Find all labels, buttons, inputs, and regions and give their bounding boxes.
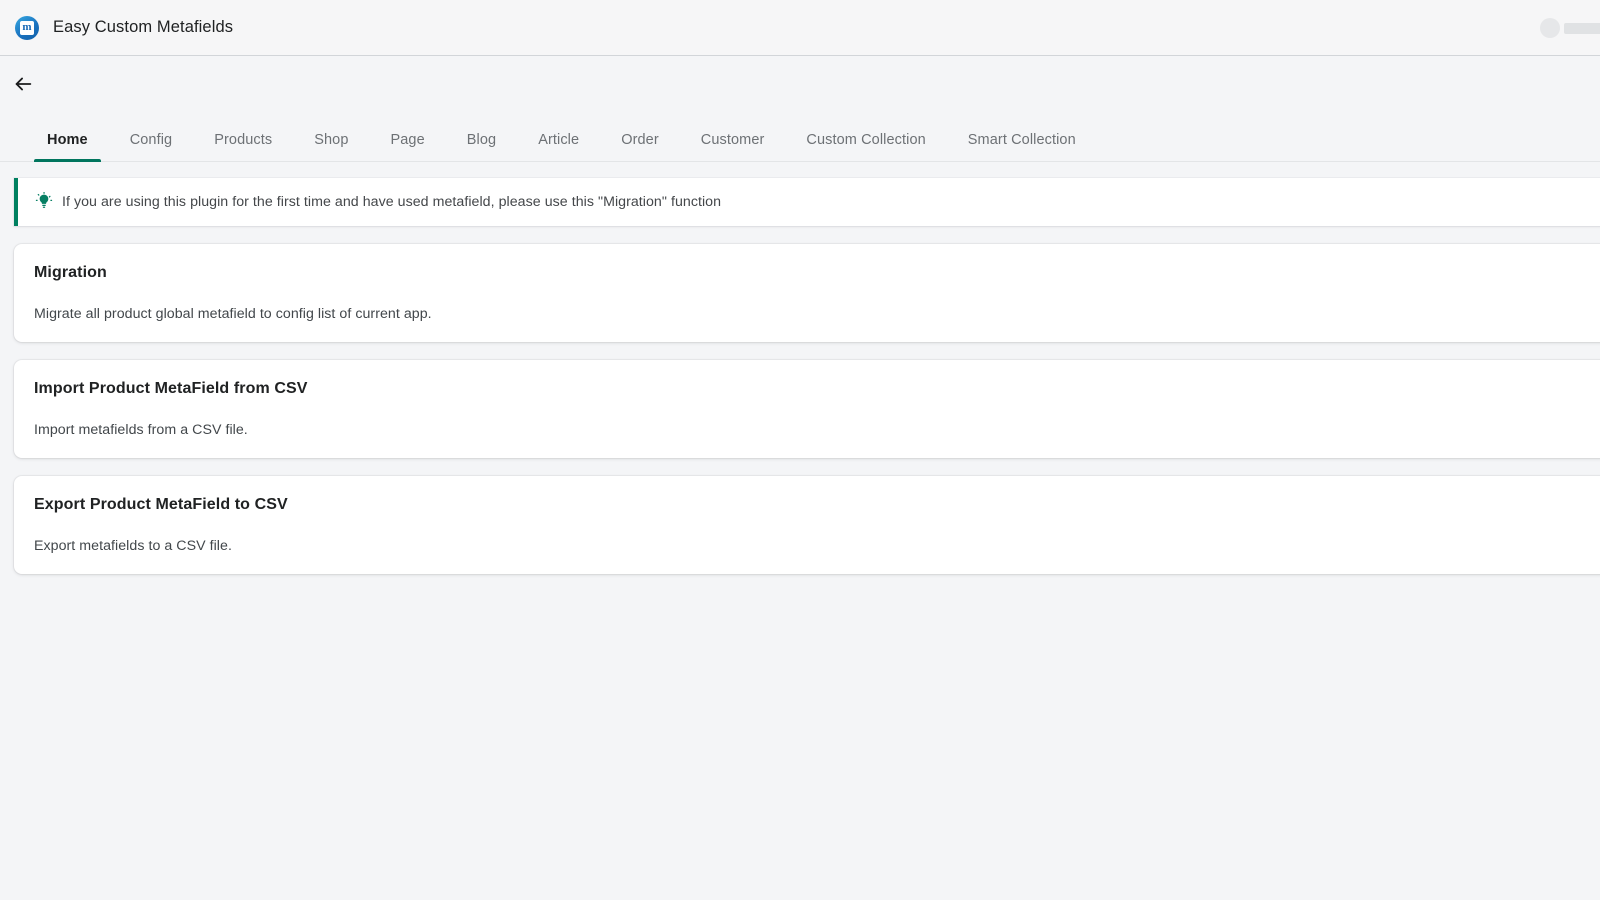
- migration-card-title: Migration: [34, 264, 107, 281]
- main-content: If you are using this plugin for the fir…: [0, 162, 1600, 574]
- tab-home[interactable]: Home: [26, 132, 109, 162]
- export-csv-card[interactable]: Export Product MetaField to CSV Export m…: [14, 476, 1600, 574]
- export-csv-card-title: Export Product MetaField to CSV: [34, 496, 288, 513]
- tab-page[interactable]: Page: [370, 132, 446, 161]
- import-csv-card[interactable]: Import Product MetaField from CSV Import…: [14, 360, 1600, 458]
- tab-shop[interactable]: Shop: [293, 132, 369, 161]
- app-header: m Easy Custom Metafields: [0, 0, 1600, 56]
- tab-bar: Home Config Products Shop Page Blog Arti…: [0, 112, 1600, 162]
- migration-card[interactable]: Migration Migrate all product global met…: [14, 244, 1600, 342]
- tab-products[interactable]: Products: [193, 132, 293, 161]
- user-menu-placeholder[interactable]: [1540, 18, 1600, 38]
- tab-blog[interactable]: Blog: [446, 132, 517, 161]
- tab-smart-collection[interactable]: Smart Collection: [947, 132, 1097, 161]
- import-csv-card-title: Import Product MetaField from CSV: [34, 380, 308, 397]
- info-banner-text: If you are using this plugin for the fir…: [62, 194, 722, 210]
- back-button[interactable]: [6, 67, 40, 101]
- migration-card-description: Migrate all product global metafield to …: [34, 306, 432, 322]
- import-csv-card-description: Import metafields from a CSV file.: [34, 422, 248, 438]
- username-skeleton: [1564, 22, 1600, 34]
- tab-order[interactable]: Order: [600, 132, 680, 161]
- tab-custom-collection[interactable]: Custom Collection: [785, 132, 946, 161]
- avatar-skeleton: [1540, 18, 1560, 38]
- export-csv-card-description: Export metafields to a CSV file.: [34, 538, 232, 554]
- tab-customer[interactable]: Customer: [680, 132, 786, 161]
- app-logo-icon: m: [15, 15, 39, 40]
- back-navigation-row: [0, 56, 1600, 112]
- app-logo-letter: m: [20, 20, 34, 35]
- app-title: Easy Custom Metafields: [53, 18, 234, 36]
- arrow-left-icon: [15, 77, 32, 91]
- info-banner: If you are using this plugin for the fir…: [14, 178, 1600, 226]
- tab-article[interactable]: Article: [517, 132, 600, 161]
- lightbulb-icon: [34, 192, 54, 212]
- tab-config[interactable]: Config: [109, 132, 194, 161]
